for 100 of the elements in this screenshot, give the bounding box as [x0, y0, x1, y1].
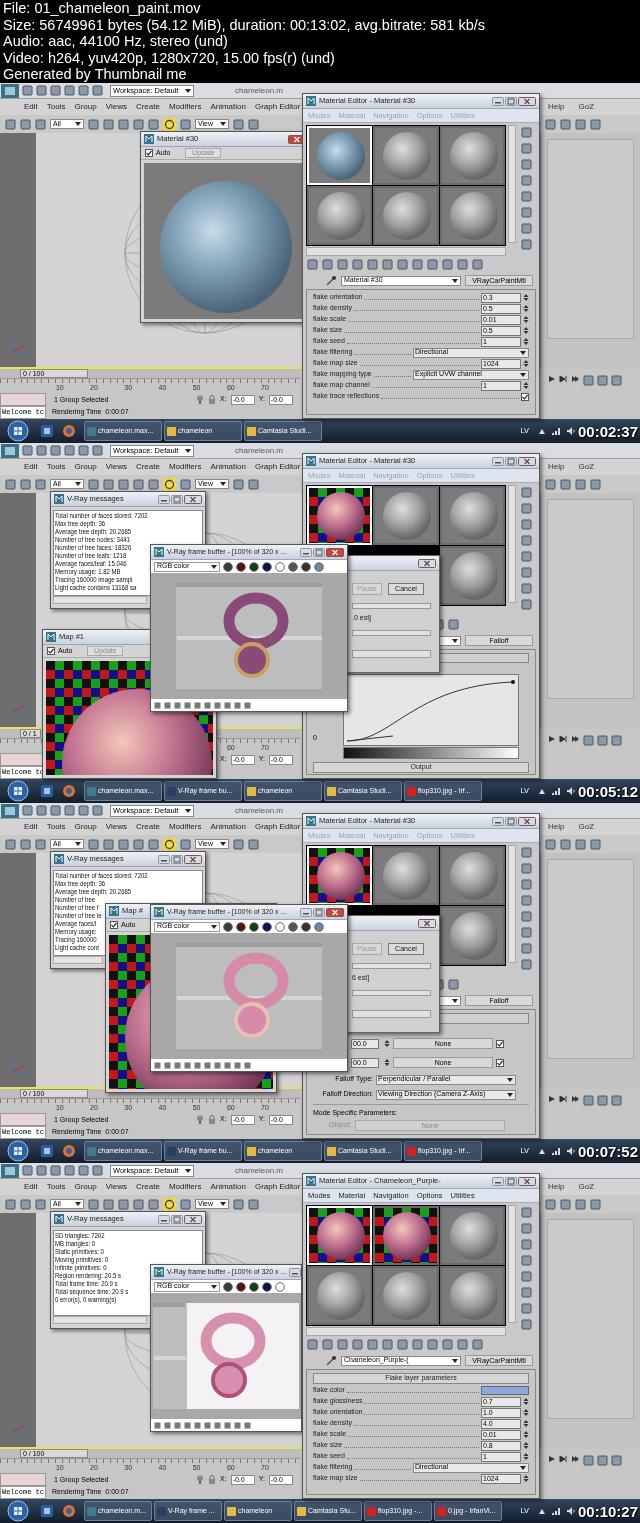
spinner-arrows-icon[interactable]: [523, 359, 529, 368]
maximize-icon[interactable]: [505, 456, 517, 466]
color-swatch[interactable]: [481, 1386, 529, 1395]
color-channel-icon[interactable]: [262, 921, 272, 932]
tool-icon[interactable]: [36, 445, 47, 456]
menu-item[interactable]: Modifiers: [168, 461, 202, 473]
menu-item[interactable]: GoZ: [578, 101, 594, 113]
tool-icon[interactable]: [521, 895, 532, 906]
quick-launch-icon[interactable]: [40, 1504, 54, 1518]
eyedropper-icon[interactable]: [325, 274, 337, 287]
network-icon[interactable]: [552, 427, 561, 435]
menu-item[interactable]: Animation: [210, 1181, 246, 1193]
go-to-end-icon[interactable]: [571, 1095, 580, 1103]
tool-icon[interactable]: [521, 847, 532, 858]
tool-icon[interactable]: [575, 838, 586, 850]
spinner-arrows-icon[interactable]: [523, 1397, 529, 1406]
tool-icon[interactable]: [22, 445, 33, 456]
checkbox[interactable]: [110, 921, 118, 929]
lock-icon[interactable]: [208, 1115, 216, 1124]
horizontal-scrollbar[interactable]: [306, 247, 506, 256]
browser-icon[interactable]: [62, 1144, 76, 1158]
menu-item[interactable]: Edit: [24, 1181, 38, 1193]
spinner-arrows-icon[interactable]: [384, 1058, 390, 1067]
menu-item[interactable]: GoZ: [578, 461, 594, 473]
tool-icon[interactable]: [521, 1255, 532, 1266]
menu-item[interactable]: Edit: [24, 101, 38, 113]
menu-item[interactable]: Help: [548, 1181, 565, 1193]
tool-icon[interactable]: [412, 258, 423, 270]
close-icon[interactable]: [418, 918, 436, 928]
rotate-icon[interactable]: [163, 117, 176, 131]
tool-icon[interactable]: [78, 805, 89, 816]
play-icon[interactable]: [548, 735, 556, 743]
spinner-arrows-icon[interactable]: [523, 326, 529, 335]
tool-icon[interactable]: [521, 927, 532, 938]
tool-icon[interactable]: [337, 258, 348, 270]
color-channel-icon[interactable]: [275, 921, 285, 932]
tool-icon[interactable]: [427, 1338, 438, 1350]
tool-icon[interactable]: [20, 838, 31, 850]
tool-icon[interactable]: [521, 959, 532, 970]
go-to-end-icon[interactable]: [571, 735, 580, 743]
tool-icon[interactable]: [148, 478, 159, 490]
show-hidden-icons-icon[interactable]: [539, 788, 545, 794]
tool-icon[interactable]: [36, 85, 47, 96]
close-icon[interactable]: [326, 547, 344, 557]
color-channel-icon[interactable]: [236, 921, 246, 932]
material-slot[interactable]: [373, 1206, 439, 1265]
color-channel-icon[interactable]: [236, 1281, 246, 1292]
spinner-arrows-icon[interactable]: [523, 1430, 529, 1439]
tool-icon[interactable]: [521, 879, 532, 890]
menu-item[interactable]: Group: [74, 1181, 97, 1193]
color-channel-icon[interactable]: [275, 1281, 285, 1292]
menu-item[interactable]: GoZ: [578, 821, 594, 833]
tool-icon[interactable]: [50, 1165, 61, 1176]
tool-icon[interactable]: [50, 85, 61, 96]
tool-icon[interactable]: [472, 258, 483, 270]
show-hidden-icons-icon[interactable]: [539, 428, 545, 434]
tool-icon[interactable]: [103, 838, 114, 850]
tool-icon[interactable]: [521, 519, 532, 530]
falloff-curve-graph[interactable]: [343, 673, 519, 746]
color-channel-icon[interactable]: [275, 561, 285, 572]
color-channel-icon[interactable]: [223, 561, 233, 572]
tool-icon[interactable]: [590, 1198, 601, 1210]
menu-item[interactable]: Graph Editor: [254, 461, 301, 473]
tool-icon[interactable]: [35, 478, 46, 490]
tool-icon[interactable]: [521, 943, 532, 954]
tool-icon[interactable]: [180, 118, 191, 130]
listener-input-field[interactable]: [0, 393, 46, 406]
tool-icon[interactable]: [50, 805, 61, 816]
tool-icon[interactable]: [521, 1271, 532, 1282]
vertical-scrollbar[interactable]: [508, 485, 516, 603]
tool-icon[interactable]: [521, 239, 532, 250]
menu-item[interactable]: Modifiers: [168, 1181, 202, 1193]
minimize-icon[interactable]: [300, 547, 312, 557]
tool-icon[interactable]: [412, 1338, 423, 1350]
tool-icon[interactable]: [521, 191, 532, 202]
tool-icon[interactable]: [521, 1223, 532, 1234]
eyedropper-icon[interactable]: [325, 1354, 337, 1367]
tool-icon[interactable]: [233, 118, 244, 130]
next-frame-icon[interactable]: [559, 375, 568, 383]
tool-icon[interactable]: [575, 478, 586, 490]
tool-icon[interactable]: [521, 551, 532, 562]
menu-item[interactable]: Help: [548, 461, 565, 473]
bulb-icon[interactable]: [196, 1115, 204, 1124]
checkbox[interactable]: [47, 647, 55, 655]
checkbox[interactable]: [496, 1058, 504, 1067]
tool-icon[interactable]: [521, 207, 532, 218]
tool-icon[interactable]: [521, 911, 532, 922]
volume-icon[interactable]: [567, 427, 576, 435]
minimize-icon[interactable]: [300, 907, 312, 917]
menu-item[interactable]: Edit: [24, 461, 38, 473]
rotate-icon[interactable]: [163, 1197, 176, 1211]
menu-item[interactable]: Animation: [210, 461, 246, 473]
spinner-arrows-icon[interactable]: [523, 293, 529, 302]
menu-item[interactable]: Views: [105, 461, 127, 473]
app-logo-icon[interactable]: [1, 83, 19, 98]
menu-item[interactable]: Graph Editor: [254, 101, 301, 113]
tool-icon[interactable]: [248, 1198, 259, 1210]
tool-icon[interactable]: [5, 838, 16, 850]
start-button-icon[interactable]: [6, 1140, 30, 1162]
menu-item[interactable]: Animation: [210, 821, 246, 833]
